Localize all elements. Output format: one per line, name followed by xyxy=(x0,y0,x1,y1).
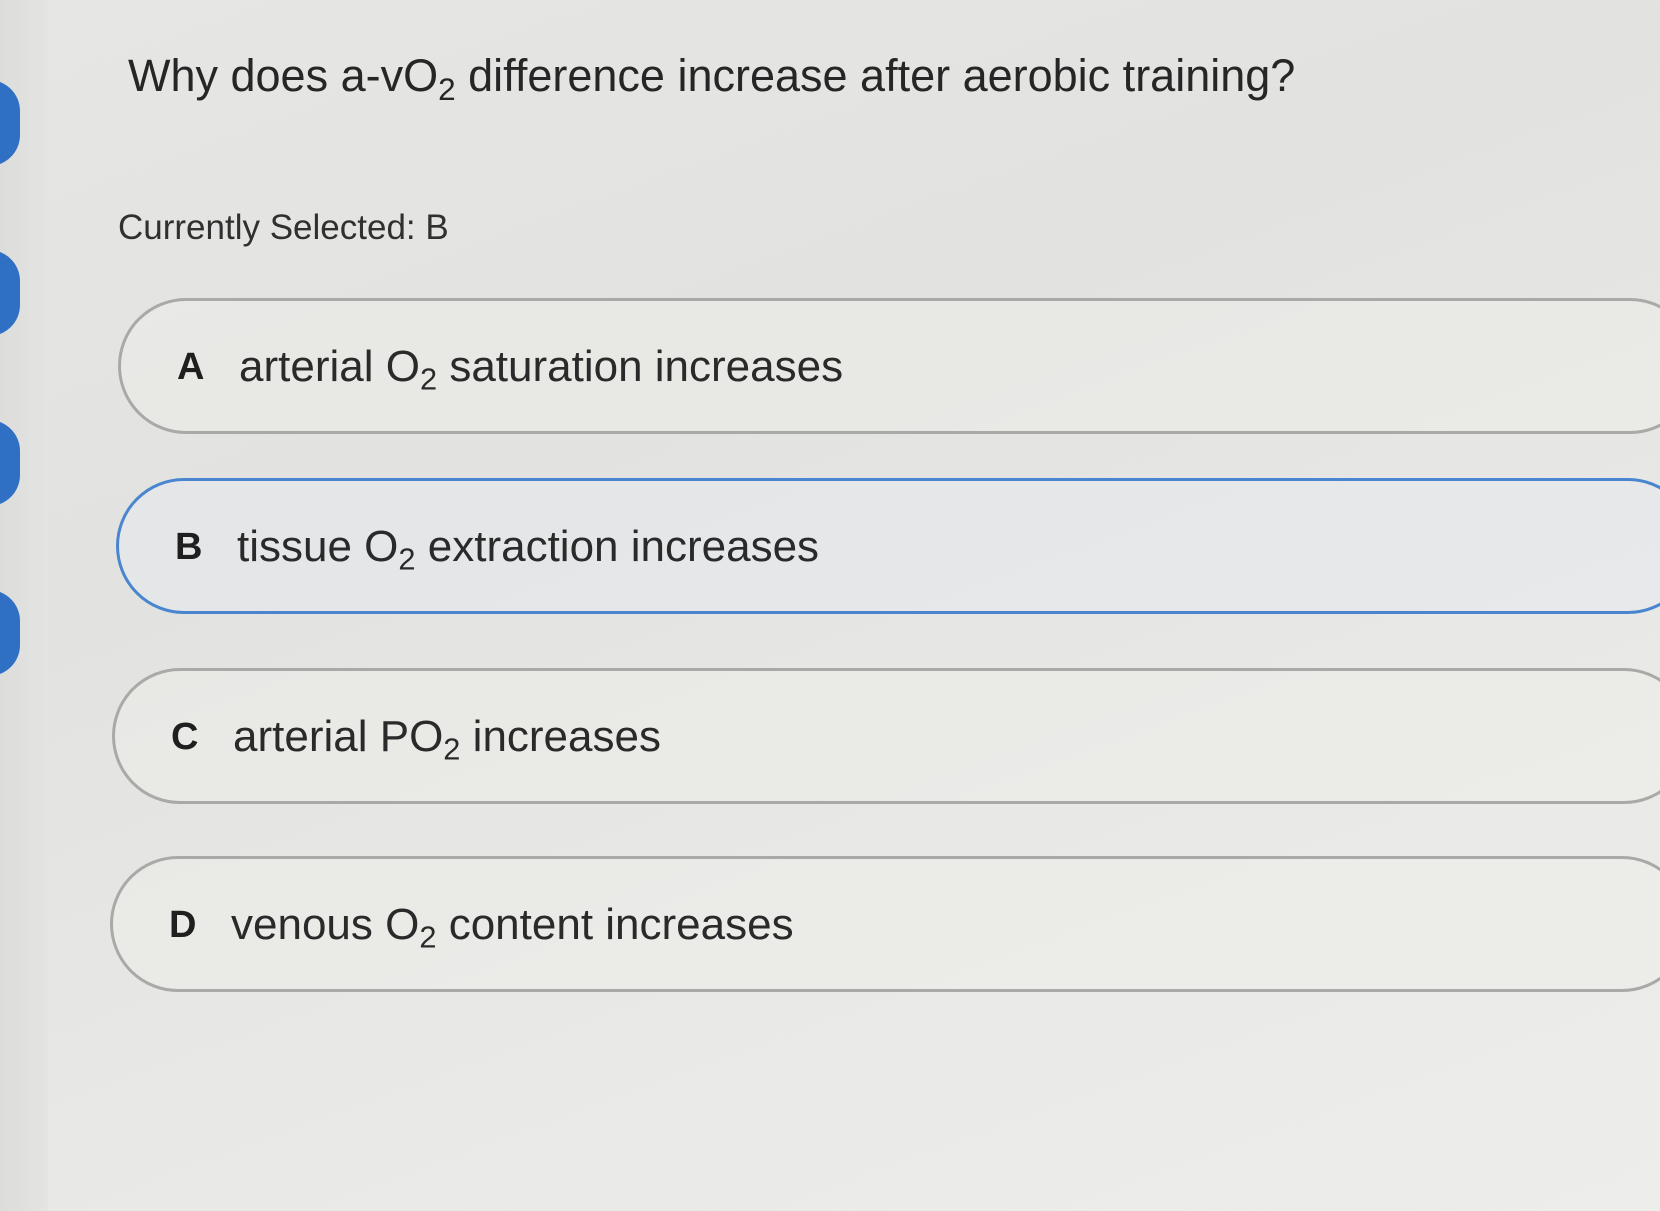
option-letter: D xyxy=(169,904,197,946)
nav-dot-icon[interactable] xyxy=(0,590,20,676)
option-label: tissue O2 extraction increases xyxy=(237,522,820,577)
nav-dot-icon[interactable] xyxy=(0,250,20,336)
question-text: Why does a-vO2 difference increase after… xyxy=(128,50,1296,107)
nav-dot-icon[interactable] xyxy=(0,80,20,166)
answer-option-a[interactable]: A arterial O2 saturation increases xyxy=(118,298,1660,434)
selected-value: B xyxy=(425,208,449,247)
option-label: arterial PO2 increases xyxy=(233,712,661,767)
nav-dot-icon[interactable] xyxy=(0,420,20,506)
answer-option-c[interactable]: C arterial PO2 increases xyxy=(112,668,1660,804)
answer-option-d[interactable]: D venous O2 content increases xyxy=(110,856,1660,992)
option-label: arterial O2 saturation increases xyxy=(239,342,844,397)
option-letter: A xyxy=(177,346,205,388)
option-letter: B xyxy=(175,526,203,568)
currently-selected-indicator: Currently Selected: B xyxy=(118,208,449,247)
option-label: venous O2 content increases xyxy=(231,900,794,955)
left-rail xyxy=(0,0,48,1211)
option-letter: C xyxy=(171,716,199,758)
answer-option-b[interactable]: B tissue O2 extraction increases xyxy=(116,478,1660,614)
